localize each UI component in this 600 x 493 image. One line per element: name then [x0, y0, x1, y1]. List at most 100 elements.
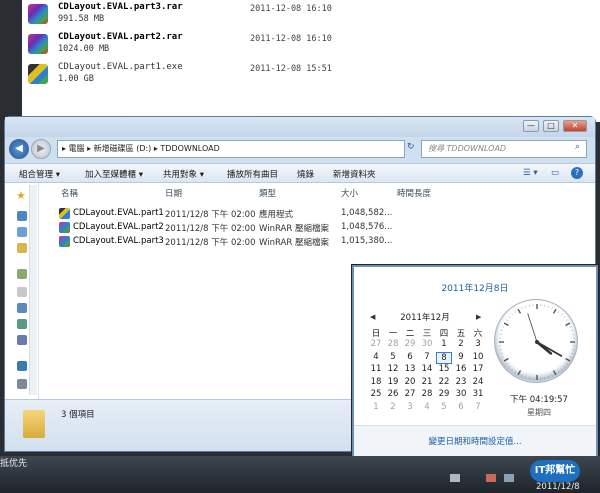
title-bar[interactable]: — □ ✕	[5, 117, 595, 137]
calendar-day[interactable]: 27	[402, 389, 418, 399]
calendar-day[interactable]: 5	[385, 352, 401, 362]
calendar-day[interactable]: 24	[470, 377, 486, 387]
calendar-day[interactable]: 10	[470, 352, 486, 362]
calendar-day[interactable]: 7	[419, 352, 435, 362]
calendar-day[interactable]: 11	[368, 364, 384, 374]
calendar-day[interactable]: 15	[436, 364, 452, 374]
calendar-day[interactable]: 14	[419, 364, 435, 374]
organize-button[interactable]: 組合管理 ▾	[19, 168, 60, 180]
folder-icon	[23, 410, 45, 438]
calendar-day[interactable]: 28	[419, 389, 435, 399]
calendar-day[interactable]: 27	[368, 339, 384, 349]
play-all-button[interactable]: 播放所有曲目	[227, 168, 278, 180]
favorites-star-icon[interactable]: ★	[16, 189, 26, 202]
libraries-icon[interactable]	[17, 269, 27, 279]
calendar-month-label[interactable]: 2011年12月	[390, 311, 460, 323]
change-datetime-link[interactable]: 變更日期和時間設定值...	[354, 435, 596, 447]
pane-scrollbar[interactable]	[29, 185, 37, 395]
taskbar-date[interactable]: 2011/12/8	[536, 482, 580, 492]
music-icon[interactable]	[17, 303, 27, 313]
calendar-day[interactable]: 7	[470, 402, 486, 412]
column-header-date[interactable]: 日期	[165, 187, 182, 199]
calendar-day[interactable]: 29	[436, 389, 452, 399]
maximize-button[interactable]: □	[543, 120, 559, 132]
calendar-day[interactable]: 2	[385, 402, 401, 412]
help-icon[interactable]: ?	[571, 167, 583, 179]
forward-button[interactable]: ▶	[31, 139, 51, 159]
calendar-day[interactable]: 4	[419, 402, 435, 412]
table-row[interactable]: CDLayout.EVAL.part1 2011/12/8 下午 02:00 應…	[59, 207, 392, 220]
next-month-button[interactable]: ▶	[476, 313, 481, 321]
table-row[interactable]: CDLayout.EVAL.part2 2011/12/8 下午 02:00 W…	[59, 221, 392, 234]
back-button[interactable]: ◀	[9, 139, 29, 159]
download-item[interactable]: CDLayout.EVAL.part3.rar 991.58 MB 2011-1…	[22, 2, 582, 30]
downloads-icon[interactable]	[17, 227, 27, 237]
calendar-day[interactable]: 16	[453, 364, 469, 374]
tray-flag-icon[interactable]	[486, 474, 496, 482]
clock-tick	[508, 316, 511, 319]
calendar-day[interactable]: 22	[436, 377, 452, 387]
homegroup-icon[interactable]	[17, 361, 27, 371]
download-item[interactable]: CDLayout.EVAL.part1.exe 1.00 GB 2011-12-…	[22, 62, 582, 90]
calendar-day[interactable]: 13	[402, 364, 418, 374]
calendar-day[interactable]: 21	[419, 377, 435, 387]
calendar-day[interactable]: 6	[402, 352, 418, 362]
digital-time: 下午 04:19:57	[510, 395, 568, 405]
table-row[interactable]: CDLayout.EVAL.part3 2011/12/8 下午 02:00 W…	[59, 235, 392, 248]
documents-icon[interactable]	[17, 287, 27, 297]
add-to-library-button[interactable]: 加入至媒體櫃 ▾	[85, 168, 143, 180]
view-options-icon[interactable]: ☰ ▾	[523, 168, 538, 178]
recent-places-icon[interactable]	[17, 243, 27, 253]
new-folder-button[interactable]: 新增資料夾	[333, 168, 376, 180]
search-input[interactable]: 搜尋 TDDOWNLOAD	[421, 140, 587, 158]
column-header-name[interactable]: 名稱	[61, 187, 78, 199]
calendar-day[interactable]: 2	[453, 339, 469, 349]
calendar-date-title[interactable]: 2011年12月8日	[354, 281, 596, 294]
calendar-day[interactable]: 1	[436, 339, 452, 349]
calendar-day[interactable]: 26	[385, 389, 401, 399]
videos-icon[interactable]	[17, 335, 27, 345]
calendar-day[interactable]: 17	[470, 364, 486, 374]
winrar-icon	[28, 4, 48, 24]
minimize-button[interactable]: —	[523, 120, 539, 132]
pictures-icon[interactable]	[17, 319, 27, 329]
calendar-day[interactable]: 12	[385, 364, 401, 374]
preview-pane-icon[interactable]: ▭	[551, 168, 559, 178]
calendar-day[interactable]: 3	[470, 339, 486, 349]
share-with-button[interactable]: 共用對象 ▾	[163, 168, 204, 180]
calendar-day[interactable]: 18	[368, 377, 384, 387]
calendar-day[interactable]: 23	[453, 377, 469, 387]
burn-button[interactable]: 燒錄	[297, 168, 314, 180]
prev-month-button[interactable]: ◀	[370, 313, 375, 321]
calendar-day[interactable]: 1	[368, 402, 384, 412]
calendar-day[interactable]: 25	[368, 389, 384, 399]
calendar-day[interactable]: 31	[470, 389, 486, 399]
clock-tick	[560, 313, 563, 316]
calendar-day[interactable]: 30	[453, 389, 469, 399]
calendar-day[interactable]: 28	[385, 339, 401, 349]
column-header-size[interactable]: 大小	[341, 187, 358, 199]
calendar-day[interactable]: 3	[402, 402, 418, 412]
clock-tick	[565, 357, 571, 362]
calendar-day-today[interactable]: 8	[436, 351, 452, 364]
desktop-icon[interactable]	[17, 211, 27, 221]
calendar-day[interactable]: 6	[453, 402, 469, 412]
calendar-day[interactable]: 19	[385, 377, 401, 387]
tray-network-icon[interactable]	[450, 474, 460, 482]
calendar-day[interactable]: 20	[402, 377, 418, 387]
calendar-day[interactable]: 30	[419, 339, 435, 349]
calendar-day[interactable]: 5	[436, 402, 452, 412]
close-button[interactable]: ✕	[563, 120, 587, 132]
address-bar[interactable]: ▸ 電腦 ▸ 新增磁碟區 (D:) ▸ TDDOWNLOAD	[57, 140, 405, 158]
download-item[interactable]: CDLayout.EVAL.part2.rar 1024.00 MB 2011-…	[22, 32, 582, 60]
computer-icon[interactable]	[17, 379, 27, 389]
calendar-day[interactable]: 4	[368, 352, 384, 362]
column-header-duration[interactable]: 時間長度	[397, 187, 431, 199]
calendar-day[interactable]: 9	[453, 352, 469, 362]
calendar-day[interactable]: 29	[402, 339, 418, 349]
search-icon[interactable]: ⌕	[575, 142, 580, 152]
refresh-icon[interactable]: ↻	[407, 142, 415, 152]
weekday-header: 五	[456, 329, 466, 339]
tray-volume-icon[interactable]	[504, 474, 514, 482]
column-header-type[interactable]: 類型	[259, 187, 276, 199]
